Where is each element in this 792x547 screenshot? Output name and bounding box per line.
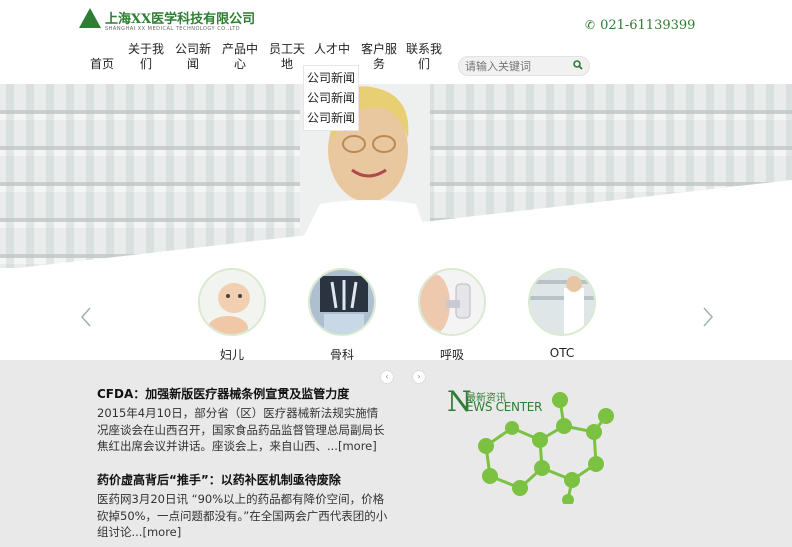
inhaler-photo [418,268,486,336]
news-item: 药价虚高背后“推手”：以药补医机制亟待废除 医药网3月20日讯 “90%以上的药… [97,472,389,541]
dropdown-item[interactable]: 公司新闻 [304,88,358,108]
category-label: OTC [549,346,575,360]
pharmacy-photo [528,268,596,336]
nav-company-news[interactable]: 公司新闻 [171,42,215,72]
news-title[interactable]: CFDA：加强新版医疗器械条例宣贯及监管力度 [97,386,389,403]
carousel-next-arrow-icon[interactable] [702,306,714,328]
news-excerpt: 医药网3月20日讯 “90%以上的药品都有降价空间，价格砍掉50%，一点问题都没… [97,492,388,539]
category-item[interactable]: 骨科 [307,268,377,363]
nav-service[interactable]: 客户服务 [357,42,401,72]
baby-photo [198,268,266,336]
nav-contact[interactable]: 联系我们 [402,42,446,72]
category-item[interactable]: 呼吸 [417,268,487,363]
news-next-button[interactable]: › [412,370,426,384]
banner-diagonal [0,180,792,270]
news-title[interactable]: 药价虚高背后“推手”：以药补医机制亟待废除 [97,472,389,489]
nav-home[interactable]: 首页 [80,42,124,72]
dropdown-item[interactable]: 公司新闻 [304,108,358,128]
category-item[interactable]: OTC [527,268,597,360]
logo-mark-icon [79,8,101,28]
news-center-badge: N 最新资讯 EWS CENTER [447,384,647,504]
search-input[interactable] [465,58,565,74]
dropdown-item[interactable]: 公司新闻 [304,68,358,88]
site-header: 上海XX医学科技有限公司 SHANGHAI XX MEDICAL TECHNOL… [0,0,792,84]
inhaler-photo-art [420,270,484,334]
logo-name-cn: 上海XX医学科技有限公司 [105,12,256,27]
news-prev-button[interactable]: ‹ [380,370,394,384]
phone-icon: ✆ [585,18,596,32]
logo-name-en: SHANGHAI XX MEDICAL TECHNOLOGY CO.,LTD [105,26,241,32]
carousel-prev-arrow-icon[interactable] [80,306,92,328]
search-icon[interactable] [573,60,583,70]
baby-photo-art [200,270,264,334]
news-body: 医药网3月20日讯 “90%以上的药品都有降价空间，价格砍掉50%，一点问题都没… [97,491,389,541]
phone-text: 021-61139399 [600,18,696,33]
news-more-link[interactable]: [more] [142,525,181,539]
search-box [458,56,590,76]
category-item[interactable]: 妇儿 [197,268,267,363]
xray-photo [308,268,376,336]
nav-about[interactable]: 关于我们 [124,42,168,72]
logo[interactable]: 上海XX医学科技有限公司 SHANGHAI XX MEDICAL TECHNOL… [77,4,257,38]
hero-banner [0,84,792,270]
careers-dropdown-menu: 公司新闻 公司新闻 公司新闻 [303,65,359,131]
molecule-icon [478,392,614,504]
category-strip: 妇儿 骨科 呼吸 OTC [0,268,792,363]
phone-number: ✆ 021-61139399 [585,18,695,33]
nav-careers[interactable]: 人才中 [310,42,354,57]
xray-photo-art [310,270,374,334]
news-body: 2015年4月10日，部分省（区）医疗器械新法规实施情况座谈会在山西召开，国家食… [97,405,389,455]
pharmacy-photo-art [530,270,594,334]
nav-products[interactable]: 产品中心 [218,42,262,72]
news-more-link[interactable]: [more] [338,439,377,453]
news-item: CFDA：加强新版医疗器械条例宣贯及监管力度 2015年4月10日，部分省（区）… [97,386,389,455]
